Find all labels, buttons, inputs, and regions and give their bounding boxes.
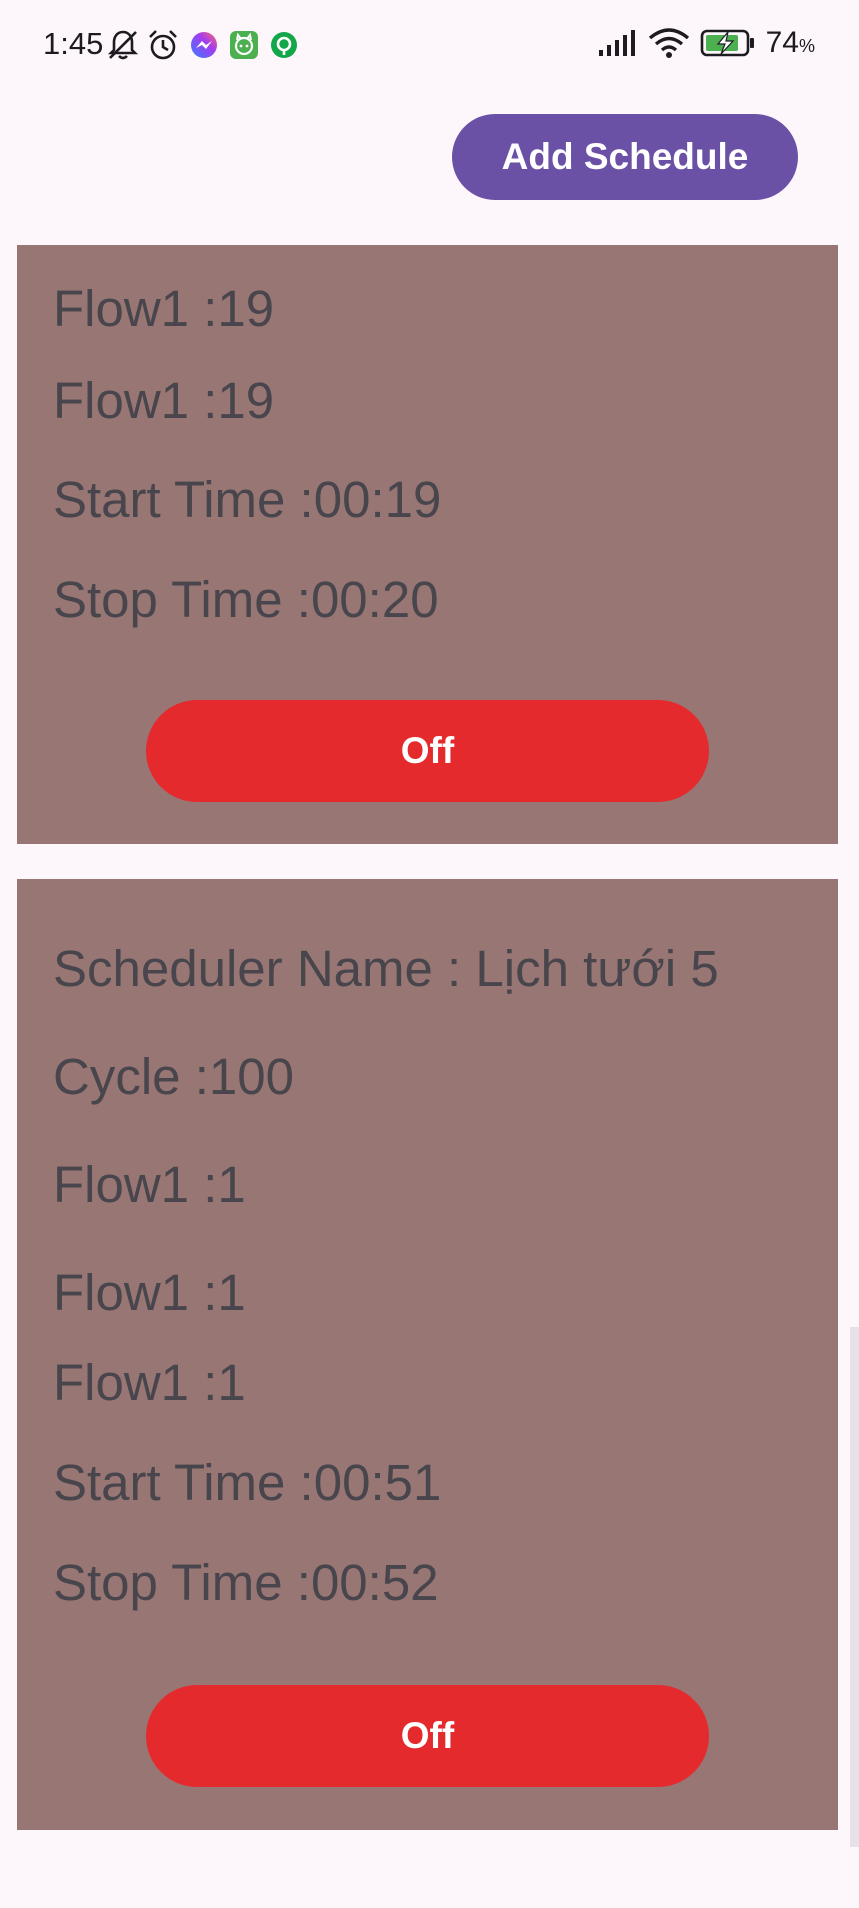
- add-schedule-button[interactable]: Add Schedule: [452, 114, 798, 200]
- stop-time-field: Stop Time :00:20: [53, 571, 439, 628]
- scrollbar[interactable]: [850, 1327, 859, 1847]
- off-button[interactable]: Off: [146, 700, 709, 802]
- flow1-field: Flow1 :1: [53, 1354, 246, 1411]
- battery-percent-value: 74: [765, 26, 799, 59]
- flow1-field: Flow1 :1: [53, 1264, 246, 1321]
- schedule-card: Scheduler Name : Lịch tưới 5 Cycle :100 …: [17, 879, 838, 1830]
- status-bar: 1:45 74%: [0, 0, 859, 92]
- flow1-field: Flow1 :19: [53, 280, 275, 337]
- schedule-card: Flow1 :19 Flow1 :19 Start Time :00:19 St…: [17, 245, 838, 844]
- alarm-icon: [149, 30, 177, 60]
- grab-app-icon: [271, 32, 297, 58]
- flow1-field: Flow1 :1: [53, 1156, 246, 1213]
- cycle-field: Cycle :100: [53, 1048, 294, 1105]
- notifications-muted-icon: [107, 30, 139, 60]
- messenger-icon: [191, 32, 217, 58]
- start-time-field: Start Time :00:51: [53, 1454, 442, 1511]
- cat-app-icon: [230, 31, 258, 59]
- battery-percent: 74%: [766, 26, 815, 60]
- off-button[interactable]: Off: [146, 1685, 709, 1787]
- battery-charging-icon: [700, 29, 754, 57]
- status-right-group: 74%: [598, 26, 815, 60]
- signal-icon: [598, 30, 635, 56]
- status-time: 1:45: [43, 26, 104, 61]
- start-time-field: Start Time :00:19: [53, 471, 442, 528]
- stop-time-field: Stop Time :00:52: [53, 1554, 439, 1611]
- flow1-field: Flow1 :19: [53, 372, 275, 429]
- battery-percent-unit: %: [798, 36, 815, 56]
- wifi-icon: [648, 28, 689, 58]
- scheduler-name-field: Scheduler Name : Lịch tưới 5: [53, 940, 719, 997]
